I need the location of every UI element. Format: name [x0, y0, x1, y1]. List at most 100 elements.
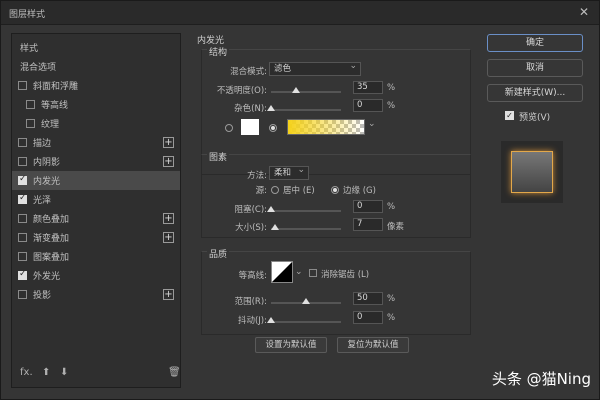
gradient-mode-radio[interactable]: [269, 124, 277, 132]
style-item-label: 描边: [33, 139, 52, 149]
source-label: 源:: [255, 186, 267, 196]
style-list-panel: 投影 + 外发光 图案叠加 渐变叠加 + 颜色叠加 + 光泽 内发光 内阴影 + 描边 + 纹理 等高线 斜面和…: [11, 33, 181, 388]
move-up-icon[interactable]: ⬆: [42, 367, 50, 378]
range-input[interactable]: 50: [353, 292, 383, 305]
style-item-label: 样式: [20, 44, 39, 54]
title-bar: 图层样式 ✕: [1, 1, 599, 25]
size-slider-thumb[interactable]: [270, 224, 279, 230]
choke-label: 阻塞(C):: [234, 205, 267, 215]
style-item[interactable]: 斜面和浮雕: [12, 76, 180, 95]
choke-slider-thumb[interactable]: [267, 206, 275, 212]
jitter-unit: %: [387, 313, 396, 323]
style-item-checkbox[interactable]: [18, 138, 27, 147]
antialias-label: 消除锯齿 (L): [321, 270, 370, 280]
style-item[interactable]: 纹理: [12, 114, 180, 133]
style-item[interactable]: 样式: [12, 38, 180, 57]
contour-picker[interactable]: [271, 261, 293, 283]
style-item[interactable]: 混合选项: [12, 57, 180, 76]
style-item[interactable]: 颜色叠加 +: [12, 209, 180, 228]
jitter-slider-track[interactable]: [271, 321, 341, 323]
range-slider-thumb[interactable]: [302, 298, 310, 304]
add-effect-icon[interactable]: +: [163, 232, 174, 243]
style-item-label: 外发光: [33, 272, 61, 282]
opacity-slider-thumb[interactable]: [291, 87, 300, 93]
reset-default-button[interactable]: 复位为默认值: [337, 337, 409, 353]
style-item-checkbox[interactable]: [18, 252, 27, 261]
noise-input[interactable]: 0: [353, 99, 383, 112]
size-slider-track[interactable]: [271, 228, 341, 230]
add-effect-icon[interactable]: +: [163, 289, 174, 300]
style-preview: [501, 141, 563, 203]
trash-icon[interactable]: 🗑: [168, 367, 181, 378]
size-input[interactable]: 7: [353, 218, 383, 231]
structure-title: 结构: [207, 45, 230, 58]
jitter-input[interactable]: 0: [353, 311, 383, 324]
style-item-checkbox[interactable]: [18, 81, 27, 90]
jitter-slider-thumb[interactable]: [267, 317, 275, 323]
style-item-checkbox[interactable]: [26, 100, 35, 109]
style-item-label: 投影: [33, 291, 52, 301]
set-default-button[interactable]: 设置为默认值: [255, 337, 327, 353]
style-item-label: 纹理: [41, 120, 60, 130]
style-item[interactable]: 渐变叠加 +: [12, 228, 180, 247]
glow-color-swatch[interactable]: [241, 119, 259, 135]
method-select[interactable]: 柔和: [269, 164, 309, 180]
choke-unit: %: [387, 202, 396, 212]
style-item-checkbox[interactable]: [26, 119, 35, 128]
gradient-dropdown-icon[interactable]: ⌄: [368, 119, 376, 129]
opacity-slider-track[interactable]: [271, 91, 341, 93]
style-item-checkbox[interactable]: [18, 233, 27, 242]
antialias-checkbox[interactable]: [309, 269, 317, 277]
color-mode-radio[interactable]: [225, 124, 233, 132]
choke-slider-track[interactable]: [271, 210, 341, 212]
choke-input[interactable]: 0: [353, 200, 383, 213]
window-title: 图层样式: [9, 10, 46, 20]
style-item-checkbox[interactable]: [18, 290, 27, 299]
style-item[interactable]: 光泽: [12, 190, 180, 209]
source-edge-radio[interactable]: [331, 186, 339, 194]
watermark-text: 头条 @猫Ning: [491, 370, 591, 388]
noise-slider-track[interactable]: [271, 109, 341, 111]
layer-style-dialog: 图层样式 ✕ 投影 + 外发光 图案叠加 渐变叠加 + 颜色叠加 + 光泽 内发光 内阴影 + 描边 + 纹…: [0, 0, 600, 400]
source-center-label: 居中 (E): [283, 186, 315, 196]
style-item[interactable]: 内阴影 +: [12, 152, 180, 171]
style-item-checkbox[interactable]: [18, 174, 27, 185]
source-edge-label: 边缘 (G): [343, 186, 376, 196]
fx-icon[interactable]: fx.: [20, 367, 33, 378]
style-item-label: 等高线: [41, 101, 69, 111]
style-item[interactable]: 等高线: [12, 95, 180, 114]
glow-gradient-picker[interactable]: [287, 119, 365, 135]
move-down-icon[interactable]: ⬇: [60, 367, 68, 378]
elements-title: 图素: [207, 150, 230, 163]
blend-mode-select[interactable]: 滤色: [269, 60, 361, 76]
preview-checkbox[interactable]: ✓: [505, 111, 514, 120]
style-item-checkbox[interactable]: [18, 193, 27, 204]
quality-title: 品质: [207, 247, 230, 260]
add-effect-icon[interactable]: +: [163, 213, 174, 224]
noise-slider-thumb[interactable]: [267, 105, 275, 111]
style-item[interactable]: 外发光: [12, 266, 180, 285]
style-item-label: 光泽: [33, 196, 52, 206]
style-item-checkbox[interactable]: [18, 214, 27, 223]
style-item[interactable]: 投影 +: [12, 285, 180, 304]
style-item[interactable]: 内发光: [12, 171, 180, 190]
add-effect-icon[interactable]: +: [163, 156, 174, 167]
style-item[interactable]: 图案叠加: [12, 247, 180, 266]
contour-dropdown-icon[interactable]: ⌄: [295, 267, 303, 277]
style-item-checkbox[interactable]: [18, 157, 27, 166]
opacity-input[interactable]: 35: [353, 81, 383, 94]
cancel-button[interactable]: 取消: [487, 59, 583, 77]
style-item-checkbox[interactable]: [18, 269, 27, 280]
jitter-label: 抖动(J):: [237, 316, 267, 326]
noise-label: 杂色(N):: [234, 104, 267, 114]
ok-button[interactable]: 确定: [487, 34, 583, 52]
style-preview-swatch: [511, 151, 553, 193]
new-style-button[interactable]: 新建样式(W)...: [487, 84, 583, 102]
noise-unit: %: [387, 101, 396, 111]
style-item[interactable]: 描边 +: [12, 133, 180, 152]
add-effect-icon[interactable]: +: [163, 137, 174, 148]
method-label: 方法:: [247, 171, 267, 181]
source-center-radio[interactable]: [271, 186, 279, 194]
close-icon[interactable]: ✕: [579, 5, 589, 19]
style-item-label: 内发光: [33, 177, 61, 187]
